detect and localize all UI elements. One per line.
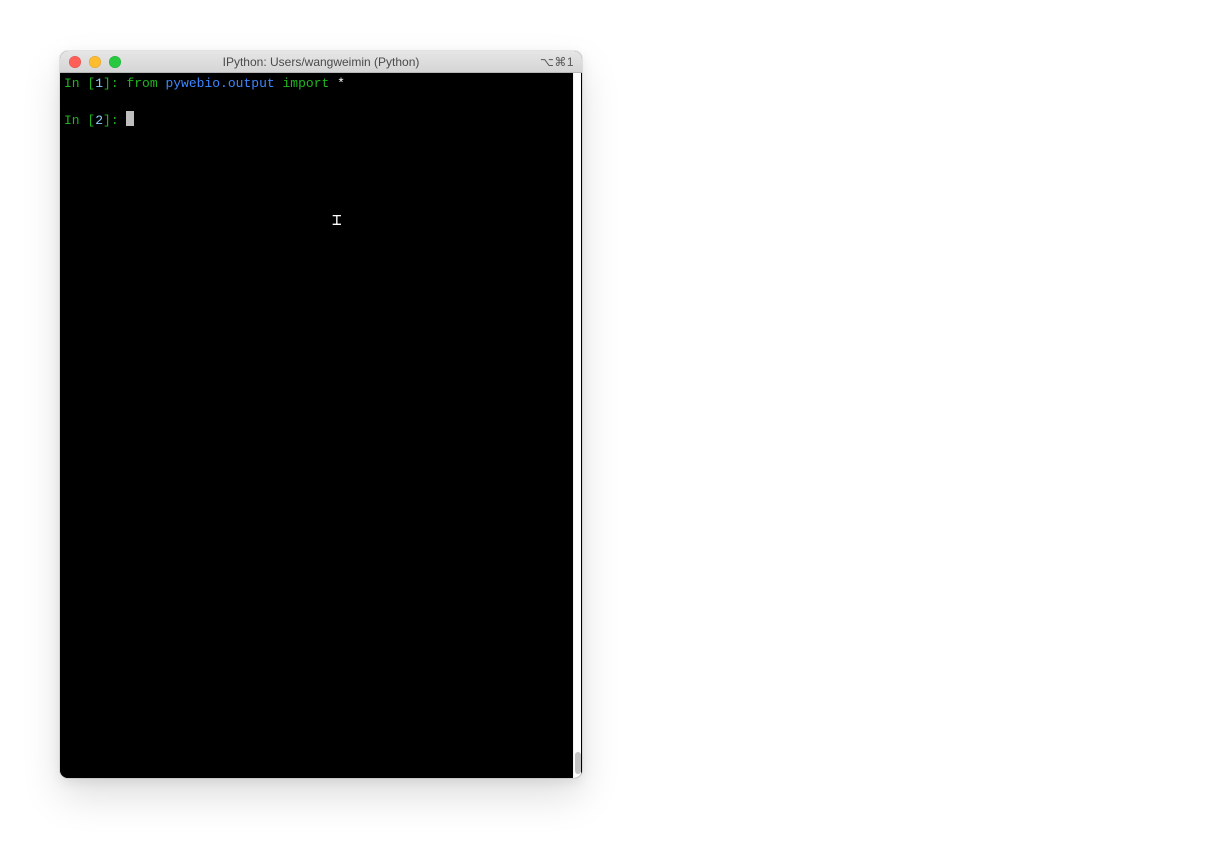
blank-line: [64, 93, 578, 111]
scrollbar-track[interactable]: [573, 73, 581, 778]
prompt-in: In: [64, 76, 87, 91]
window-controls: [60, 56, 121, 68]
bracket-close: ]:: [103, 113, 126, 128]
window-shortcut-indicator: ⌥⌘1: [540, 55, 574, 69]
scrollbar-thumb[interactable]: [575, 752, 581, 774]
keyword-import: import: [282, 76, 337, 91]
window-titlebar: IPython: Users/wangweimin (Python) ⌥⌘1: [60, 51, 582, 73]
keyword-from: from: [126, 76, 165, 91]
maximize-window-button[interactable]: [109, 56, 121, 68]
close-window-button[interactable]: [69, 56, 81, 68]
terminal-body[interactable]: In [1]: from pywebio.output import * In …: [60, 73, 582, 778]
star-token: *: [337, 76, 345, 91]
input-cursor: [126, 111, 134, 126]
mouse-text-cursor-icon: ⌶: [332, 211, 342, 229]
terminal-line-2: In [2]:: [64, 111, 578, 130]
prompt-in: In: [64, 113, 87, 128]
prompt-number: 1: [95, 76, 103, 91]
terminal-line-1: In [1]: from pywebio.output import *: [64, 75, 578, 93]
bracket-close: ]:: [103, 76, 126, 91]
prompt-number: 2: [95, 113, 103, 128]
minimize-window-button[interactable]: [89, 56, 101, 68]
window-title: IPython: Users/wangweimin (Python): [60, 55, 582, 69]
terminal-window: IPython: Users/wangweimin (Python) ⌥⌘1 I…: [60, 51, 582, 778]
module-name: pywebio.output: [165, 76, 282, 91]
